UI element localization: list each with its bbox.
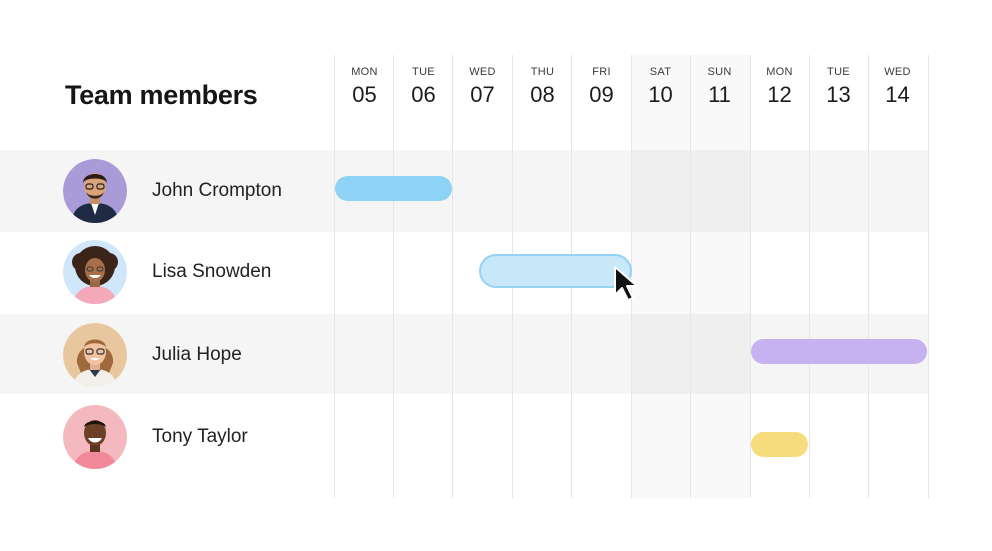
- day-number: 11: [708, 82, 731, 107]
- day-number: 07: [470, 82, 495, 107]
- avatar[interactable]: [63, 159, 127, 223]
- task-bar-tony[interactable]: [751, 432, 808, 457]
- day-number: 14: [885, 82, 910, 107]
- member-name: Tony Taylor: [152, 426, 248, 447]
- day-header-9[interactable]: WED 14: [868, 66, 927, 108]
- day-number: 06: [411, 82, 436, 107]
- day-name: TUE: [827, 66, 850, 78]
- task-bar-lisa[interactable]: [479, 254, 632, 288]
- member-row-julia[interactable]: Julia Hope: [63, 322, 242, 388]
- grid-line: [393, 55, 394, 498]
- grid-line: [334, 55, 335, 498]
- task-bar-john[interactable]: [335, 176, 452, 201]
- day-number: 05: [352, 82, 377, 107]
- grid-line: [750, 55, 751, 498]
- day-name: WED: [884, 66, 911, 78]
- member-row-lisa[interactable]: Lisa Snowden: [63, 239, 271, 305]
- day-header-4[interactable]: FRI 09: [572, 66, 631, 108]
- day-number: 13: [826, 82, 851, 107]
- grid-line: [690, 55, 691, 498]
- day-name: SUN: [707, 66, 732, 78]
- mouse-cursor-icon: [612, 265, 646, 308]
- day-name: WED: [469, 66, 496, 78]
- day-name: SAT: [649, 66, 672, 78]
- day-header-0[interactable]: MON 05: [335, 66, 394, 108]
- day-name: TUE: [412, 66, 435, 78]
- day-number: 10: [648, 82, 673, 107]
- grid-line: [868, 55, 869, 498]
- day-number: 12: [767, 82, 792, 107]
- avatar[interactable]: [63, 405, 127, 469]
- member-name: Lisa Snowden: [152, 261, 272, 282]
- member-row-john[interactable]: John Crompton: [63, 158, 282, 224]
- grid-line: [452, 55, 453, 498]
- avatar[interactable]: [63, 240, 127, 304]
- day-header-3[interactable]: THU 08: [513, 66, 572, 108]
- day-name: MON: [766, 66, 793, 78]
- day-number: 08: [530, 82, 555, 107]
- task-bar-julia[interactable]: [751, 339, 927, 364]
- day-number: 09: [589, 82, 614, 107]
- day-name: THU: [530, 66, 555, 78]
- page-title: Team members: [65, 80, 258, 110]
- day-name: FRI: [592, 66, 611, 78]
- day-header-8[interactable]: TUE 13: [809, 66, 868, 108]
- day-header-7[interactable]: MON 12: [750, 66, 809, 108]
- day-header-2[interactable]: WED 07: [453, 66, 512, 108]
- grid-line: [809, 55, 810, 498]
- grid-line: [928, 55, 929, 498]
- avatar[interactable]: [63, 323, 127, 387]
- member-name: John Crompton: [152, 180, 282, 201]
- day-header-6[interactable]: SUN 11: [690, 66, 749, 108]
- day-header-5[interactable]: SAT 10: [631, 66, 690, 108]
- member-name: Julia Hope: [152, 344, 242, 365]
- member-row-tony[interactable]: Tony Taylor: [63, 404, 248, 470]
- day-header-1[interactable]: TUE 06: [394, 66, 453, 108]
- day-name: MON: [351, 66, 378, 78]
